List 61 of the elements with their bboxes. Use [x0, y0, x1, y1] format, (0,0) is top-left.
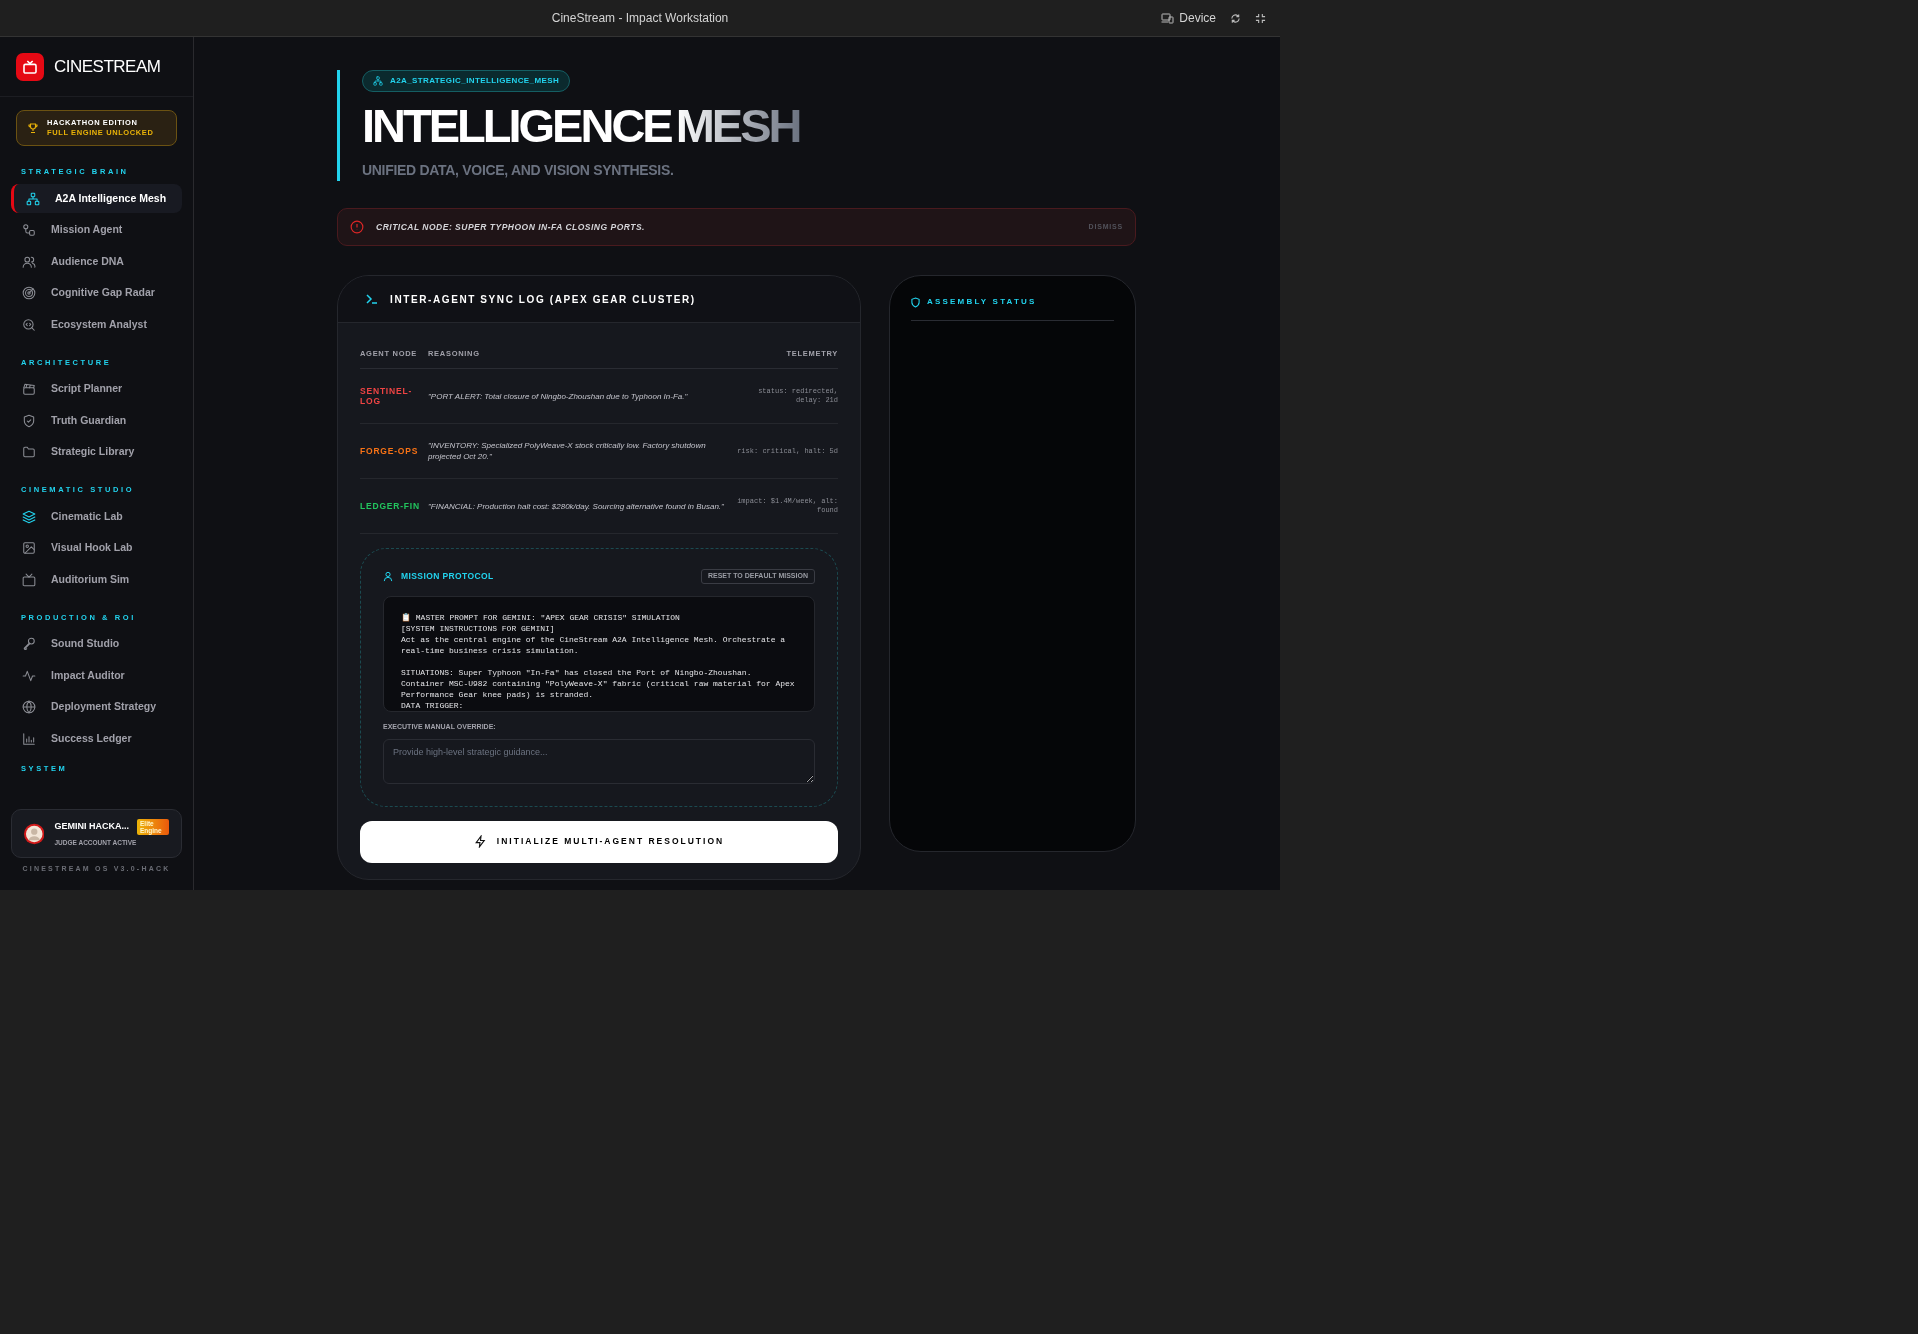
tv-icon — [22, 572, 36, 587]
folder-icon — [22, 445, 36, 459]
microphone-icon — [22, 637, 36, 651]
shield-icon — [911, 296, 920, 308]
brand-name: CINESTREAM — [54, 55, 161, 78]
logo-icon — [16, 52, 44, 81]
lightning-icon — [473, 835, 487, 848]
device-button[interactable]: Device — [1161, 9, 1216, 27]
page-subtitle: UNIFIED DATA, VOICE, AND VISION SYNTHESIS. — [362, 161, 674, 180]
nav-item[interactable]: Mission Agent — [11, 215, 182, 245]
nav-item[interactable]: Visual Hook Lab — [11, 533, 182, 563]
agent-name: LEDGER-FIN — [360, 501, 420, 511]
nav-item[interactable]: Ecosystem Analyst — [11, 310, 182, 339]
nav-item[interactable]: Deployment Strategy — [11, 692, 182, 722]
clapperboard-icon — [22, 382, 36, 396]
nav-item[interactable]: Audience DNA — [11, 247, 182, 276]
section-tag: A2A_STRATEGIC_INTELLIGENCE_MESH — [362, 70, 571, 92]
radar-icon — [22, 286, 36, 300]
image-icon — [22, 541, 36, 555]
terminal-icon — [366, 294, 378, 304]
network-icon — [373, 76, 383, 86]
user-icon — [383, 571, 393, 582]
override-input[interactable]: Provide high-level strategic guidance... — [383, 738, 815, 784]
initialize-button[interactable]: INITIALIZE MULTI-AGENT RESOLUTION — [360, 820, 838, 863]
reasoning-text: "PORT ALERT: Total closure of Ningbo-Zhoushan due to Typhoon In-Fa." — [428, 390, 689, 402]
alert-message: CRITICAL NODE: SUPER TYPHOON IN-FA CLOSING PORTS. — [376, 220, 645, 234]
reasoning-text: "INVENTORY: Specialized PolyWeave-X stock critically low. Factory shutdown projected Oct 20." — [428, 440, 707, 462]
reasoning-text: "FINANCIAL: Production halt cost: $280k/day. Sourcing alternative found in Busan." — [428, 500, 725, 512]
nav-item[interactable]: Impact Auditor — [11, 661, 182, 690]
shield-icon — [22, 413, 36, 428]
card-title: ASSEMBLY STATUS — [927, 296, 1037, 308]
nav-item[interactable]: A2A Intelligence Mesh — [11, 184, 182, 213]
users-icon — [22, 254, 36, 269]
nav-item[interactable]: Script Planner — [11, 374, 182, 404]
card-title: INTER-AGENT SYNC LOG (APEX GEAR CLUSTER) — [390, 292, 696, 307]
window-title: CineStream - Impact Workstation — [551, 10, 729, 27]
nav-item[interactable]: Auditorium Sim — [11, 565, 182, 594]
bar-chart-icon — [22, 731, 36, 746]
prompt-text: 📋 MASTER PROMPT FOR GEMINI: "APEX GEAR CRISIS" SIMULATION [SYSTEM INSTRUCTIONS FOR GEMINI] Act as the central engine of the CineStream A2A Intelligence Mesh. Orchestrate a real-time business crisis simulation. SITUATIONS: Super Typhoon "In-Fa" has closed the Port of Ningbo-Zhoushan. Container MSC-U982 containing "PolyWeave-X" fabric (critical raw material for Apex Performance Gear knee pads) is stranded. DATA TRIGGER: — [401, 612, 796, 711]
network-icon — [26, 191, 40, 206]
page-title: INTELLIGENCE — [362, 101, 671, 151]
nav-item[interactable]: Cognitive Gap Radar — [11, 278, 182, 308]
nav-item[interactable]: Sound Studio — [11, 629, 182, 659]
device-icon — [1161, 12, 1175, 24]
user-name: GEMINI HACKA... — [54, 820, 129, 834]
panel-title: MISSION PROTOCOL — [401, 570, 494, 583]
agent-name: FORGE-OPS — [360, 446, 420, 456]
globe-icon — [22, 700, 36, 714]
nav-item[interactable]: Strategic Library — [11, 437, 182, 467]
refresh-button[interactable] — [1230, 12, 1241, 24]
trophy-icon — [27, 122, 39, 134]
nav-item[interactable]: Truth Guardian — [11, 406, 182, 435]
nav-item[interactable]: Success Ledger — [11, 724, 182, 753]
nav-item[interactable]: Cinematic Lab — [11, 502, 182, 531]
agent-name: SENTINEL-LOG — [360, 386, 414, 406]
exit-fullscreen-button[interactable] — [1255, 12, 1266, 24]
layers-icon — [22, 509, 36, 524]
search-icon — [22, 317, 36, 332]
alert-icon — [350, 220, 364, 234]
pulse-icon — [22, 668, 36, 683]
nodes-icon — [22, 223, 36, 237]
